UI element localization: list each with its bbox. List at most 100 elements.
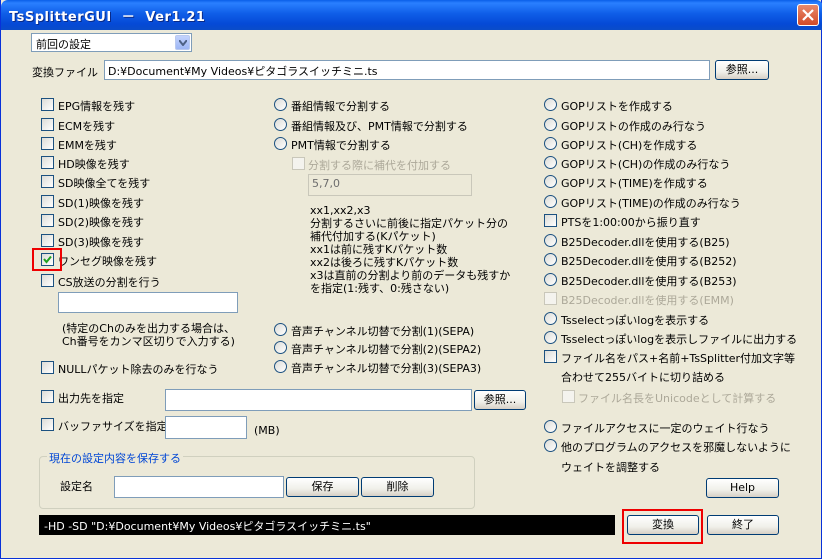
gop-ch-only-label: GOPリスト(CH)の作成のみ行なう <box>561 158 731 171</box>
audio1-label: 音声チャンネル切替で分割(1)(SEPA) <box>291 325 475 338</box>
wait-label: ファイルアクセスに一定のウェイト行なう <box>561 422 770 435</box>
adjust-wait-radio[interactable] <box>544 439 557 452</box>
sd-all-label: SD映像全てを残す <box>58 177 151 190</box>
wait-radio[interactable] <box>544 420 557 433</box>
gop-time-only-radio[interactable] <box>544 195 557 208</box>
exit-button[interactable]: 終了 <box>707 515 779 535</box>
gop-time-label: GOPリスト(TIME)を作成する <box>561 177 708 190</box>
gop-time-radio[interactable] <box>544 175 557 188</box>
suffix-note: xx1,xx2,x3 分割するさいに前後に指定パケット分の 補代付加する(Kパケ… <box>310 204 511 295</box>
b25-emm-checkbox[interactable] <box>544 292 557 305</box>
input-browse-button[interactable]: 参照... <box>715 60 769 80</box>
filename-truncate-label-1: ファイル名をパス+名前+TsSplitter付加文字等 <box>561 352 796 365</box>
split-prog-radio[interactable] <box>274 98 287 111</box>
main-window: TsSplitterGUI － Ver1.21 前回の設定 変換ファイル D:¥… <box>0 0 822 559</box>
split-pmt-radio[interactable] <box>274 137 287 150</box>
input-file-label: 変換ファイル <box>32 66 98 79</box>
gop-ch-label: GOPリスト(CH)を作成する <box>561 139 698 152</box>
tsselect-log-file-label: Tsselectっぽいlogを表示しファイルに出力する <box>561 333 798 346</box>
audio3-label: 音声チャンネル切替で分割(3)(SEPA3) <box>291 362 482 375</box>
pts-checkbox[interactable] <box>544 214 557 227</box>
output-browse-button[interactable]: 参照... <box>474 390 526 410</box>
gop-only-label: GOPリストの作成のみ行なう <box>561 120 706 133</box>
null-packet-checkbox[interactable] <box>41 361 54 374</box>
pts-label: PTSを1:00:00から振り直す <box>561 216 701 229</box>
save-settings-group-title: 現在の設定内容を保存する <box>47 450 183 466</box>
tsselect-log-radio[interactable] <box>544 312 557 325</box>
ecm-checkbox[interactable] <box>41 118 54 131</box>
chevron-down-icon[interactable] <box>175 35 190 50</box>
unicode-checkbox[interactable] <box>562 390 575 403</box>
audio2-label: 音声チャンネル切替で分割(2)(SEPA2) <box>291 343 482 356</box>
filename-truncate-label-2: 合わせて255バイトに切り詰める <box>561 371 725 384</box>
unicode-label: ファイル名長をUnicodeとして計算する <box>578 392 777 405</box>
hd-label: HD映像を残す <box>58 158 130 171</box>
null-packet-label: NULLパケット除去のみを行なう <box>58 363 219 376</box>
sd2-label: SD(2)映像を残す <box>58 216 145 229</box>
output-label: 出力先を指定 <box>58 392 124 405</box>
window-title: TsSplitterGUI － Ver1.21 <box>9 10 206 25</box>
split-pmt-label: PMT情報で分割する <box>291 139 391 152</box>
gop-time-only-label: GOPリスト(TIME)の作成のみ行なう <box>561 197 741 210</box>
oneseg-label: ワンセグ映像を残す <box>58 255 157 268</box>
output-checkbox[interactable] <box>41 390 54 403</box>
split-prog-pmt-radio[interactable] <box>274 118 287 131</box>
b25-label: B25Decoder.dllを使用する(B25) <box>561 236 730 249</box>
emm-checkbox[interactable] <box>41 137 54 150</box>
cs-checkbox[interactable] <box>41 274 54 287</box>
save-button[interactable]: 保存 <box>286 477 359 497</box>
emm-label: EMMを残す <box>58 139 117 152</box>
gop-label: GOPリストを作成する <box>561 100 673 113</box>
sd-all-checkbox[interactable] <box>41 175 54 188</box>
sd1-checkbox[interactable] <box>41 195 54 208</box>
sd3-checkbox[interactable] <box>41 234 54 247</box>
setting-name-field[interactable] <box>114 476 284 498</box>
buffer-checkbox[interactable] <box>41 418 54 431</box>
delete-button[interactable]: 削除 <box>361 477 434 497</box>
b253-label: B25Decoder.dllを使用する(B253) <box>561 275 737 288</box>
preset-select[interactable]: 前回の設定 <box>31 33 192 52</box>
add-suffix-checkbox[interactable] <box>292 157 305 170</box>
gop-ch-radio[interactable] <box>544 137 557 150</box>
oneseg-highlight <box>32 248 62 271</box>
title-bar[interactable]: TsSplitterGUI － Ver1.21 <box>1 0 822 30</box>
tsselect-log-label: Tsselectっぽいlogを表示する <box>561 314 710 327</box>
adjust-wait-label-1: 他のプログラムのアクセスを邪魔しないように <box>561 441 791 454</box>
buffer-size-field[interactable] <box>165 416 247 439</box>
audio1-radio[interactable] <box>274 323 287 336</box>
tsselect-log-file-radio[interactable] <box>544 331 557 344</box>
epg-checkbox[interactable] <box>41 98 54 111</box>
audio2-radio[interactable] <box>274 341 287 354</box>
b252-radio[interactable] <box>544 253 557 266</box>
command-line-preview: -HD -SD "D:¥Document¥My Videos¥ピタゴラスイッチミ… <box>39 515 615 535</box>
input-file-field[interactable]: D:¥Document¥My Videos¥ピタゴラスイッチミニ.ts <box>104 60 710 80</box>
audio3-radio[interactable] <box>274 360 287 373</box>
buffer-label: バッファサイズを指定 <box>58 420 168 433</box>
filename-truncate-checkbox[interactable] <box>544 350 557 363</box>
convert-highlight <box>622 509 703 544</box>
preset-value: 前回の設定 <box>36 38 91 51</box>
gop-radio[interactable] <box>544 98 557 111</box>
b253-radio[interactable] <box>544 273 557 286</box>
sd2-checkbox[interactable] <box>41 214 54 227</box>
b25-radio[interactable] <box>544 234 557 247</box>
close-button[interactable] <box>797 4 819 26</box>
cs-channel-input[interactable] <box>58 292 238 313</box>
close-icon <box>802 9 814 21</box>
buffer-unit: (MB) <box>254 424 280 437</box>
output-path-field[interactable] <box>165 389 472 411</box>
cs-channel-note: (特定のChのみを出力する場合は、 Ch番号をカンマ区切りで入力する) <box>62 322 235 348</box>
ecm-label: ECMを残す <box>58 120 116 133</box>
split-prog-pmt-label: 番組情報及び、PMT情報で分割する <box>291 120 468 133</box>
suffix-value-field[interactable]: 5,7,0 <box>308 174 472 196</box>
gop-ch-only-radio[interactable] <box>544 156 557 169</box>
hd-checkbox[interactable] <box>41 156 54 169</box>
sd1-label: SD(1)映像を残す <box>58 197 145 210</box>
b252-label: B25Decoder.dllを使用する(B252) <box>561 255 737 268</box>
gop-only-radio[interactable] <box>544 118 557 131</box>
help-button[interactable]: Help <box>706 478 779 498</box>
split-prog-label: 番組情報で分割する <box>291 100 390 113</box>
adjust-wait-label-2: ウェイトを調整する <box>561 461 660 474</box>
sd3-label: SD(3)映像を残す <box>58 236 145 249</box>
setting-name-label: 設定名 <box>60 480 93 493</box>
